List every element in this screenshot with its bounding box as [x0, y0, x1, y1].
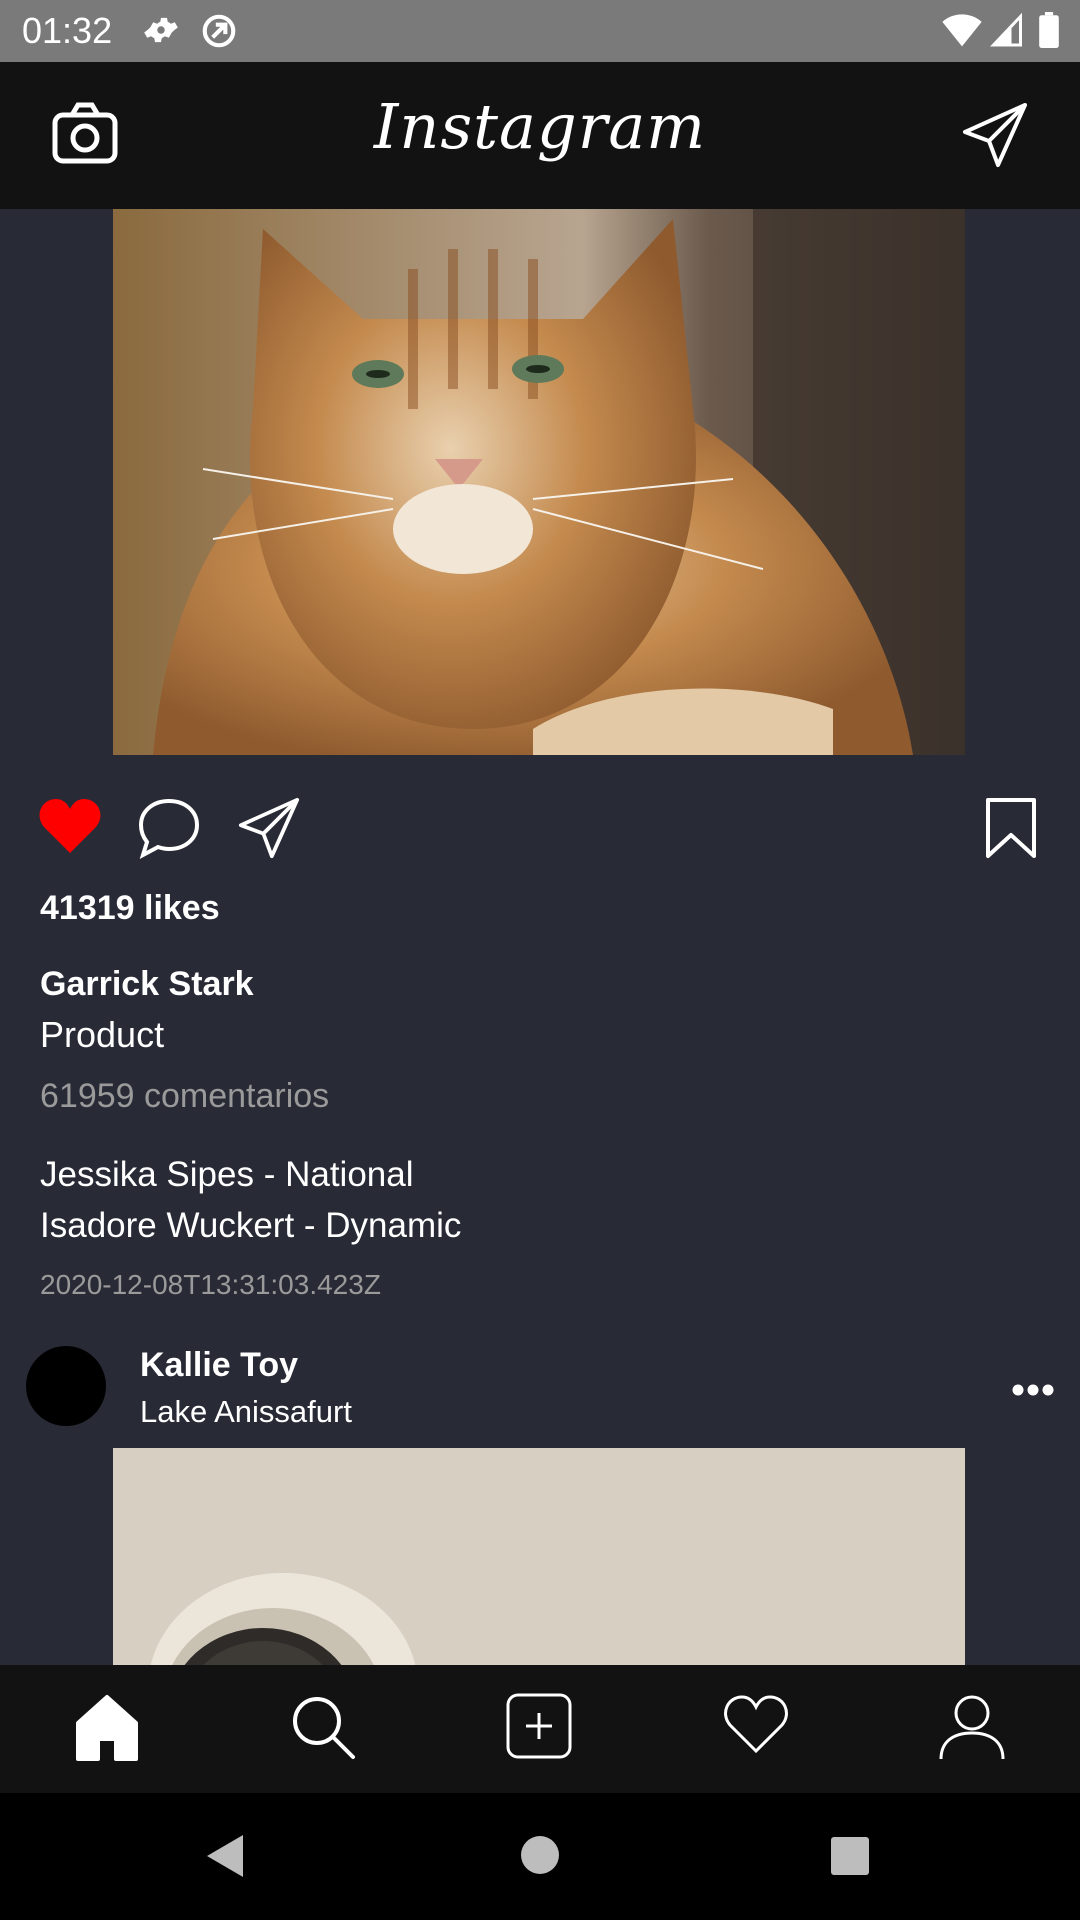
wifi-icon — [942, 12, 982, 53]
view-comments-link[interactable]: 61959 comentarios — [40, 1077, 329, 1116]
status-bar: 01:32 — [0, 0, 1080, 62]
recents-button[interactable] — [830, 1836, 870, 1881]
post-author[interactable]: Garrick Stark — [40, 965, 254, 1004]
post-timestamp: 2020-12-08T13:31:03.423Z — [40, 1269, 381, 1300]
app-header: Instagram — [0, 62, 1080, 209]
direct-message-icon[interactable] — [962, 102, 1028, 173]
more-options-icon[interactable] — [1012, 1383, 1054, 1402]
app-logo: Instagram — [373, 90, 707, 163]
profile-icon[interactable] — [938, 1693, 1006, 1766]
share-icon[interactable] — [238, 797, 300, 864]
back-button[interactable] — [205, 1833, 245, 1884]
post-image[interactable] — [113, 209, 965, 755]
avatar[interactable] — [26, 1346, 106, 1426]
status-time: 01:32 — [22, 10, 113, 51]
home-icon[interactable] — [74, 1693, 140, 1766]
likes-count[interactable]: 41319 likes — [40, 889, 220, 928]
settings-icon — [143, 12, 179, 53]
signal-icon — [990, 12, 1024, 53]
post-caption: Product — [40, 1014, 165, 1055]
system-nav-bar — [0, 1793, 1080, 1920]
post-username[interactable]: Kallie Toy — [140, 1346, 298, 1385]
comment-item: Jessika Sipes - National — [40, 1155, 414, 1194]
home-button[interactable] — [520, 1835, 560, 1880]
search-icon[interactable] — [289, 1693, 357, 1766]
post-location[interactable]: Lake Anissafurt — [140, 1394, 352, 1430]
battery-icon — [1038, 12, 1060, 53]
activity-heart-icon[interactable] — [722, 1693, 790, 1760]
like-heart-icon[interactable] — [38, 797, 102, 860]
comment-icon[interactable] — [137, 797, 201, 864]
comment-item: Isadore Wuckert - Dynamic — [40, 1206, 462, 1245]
sync-icon — [200, 12, 238, 55]
bottom-nav — [0, 1665, 1080, 1793]
feed[interactable]: 41319 likes Garrick Stark Product 61959 … — [0, 209, 1080, 1665]
bookmark-icon[interactable] — [985, 797, 1037, 864]
post-image[interactable] — [113, 1448, 965, 1665]
add-post-icon[interactable] — [506, 1693, 572, 1764]
